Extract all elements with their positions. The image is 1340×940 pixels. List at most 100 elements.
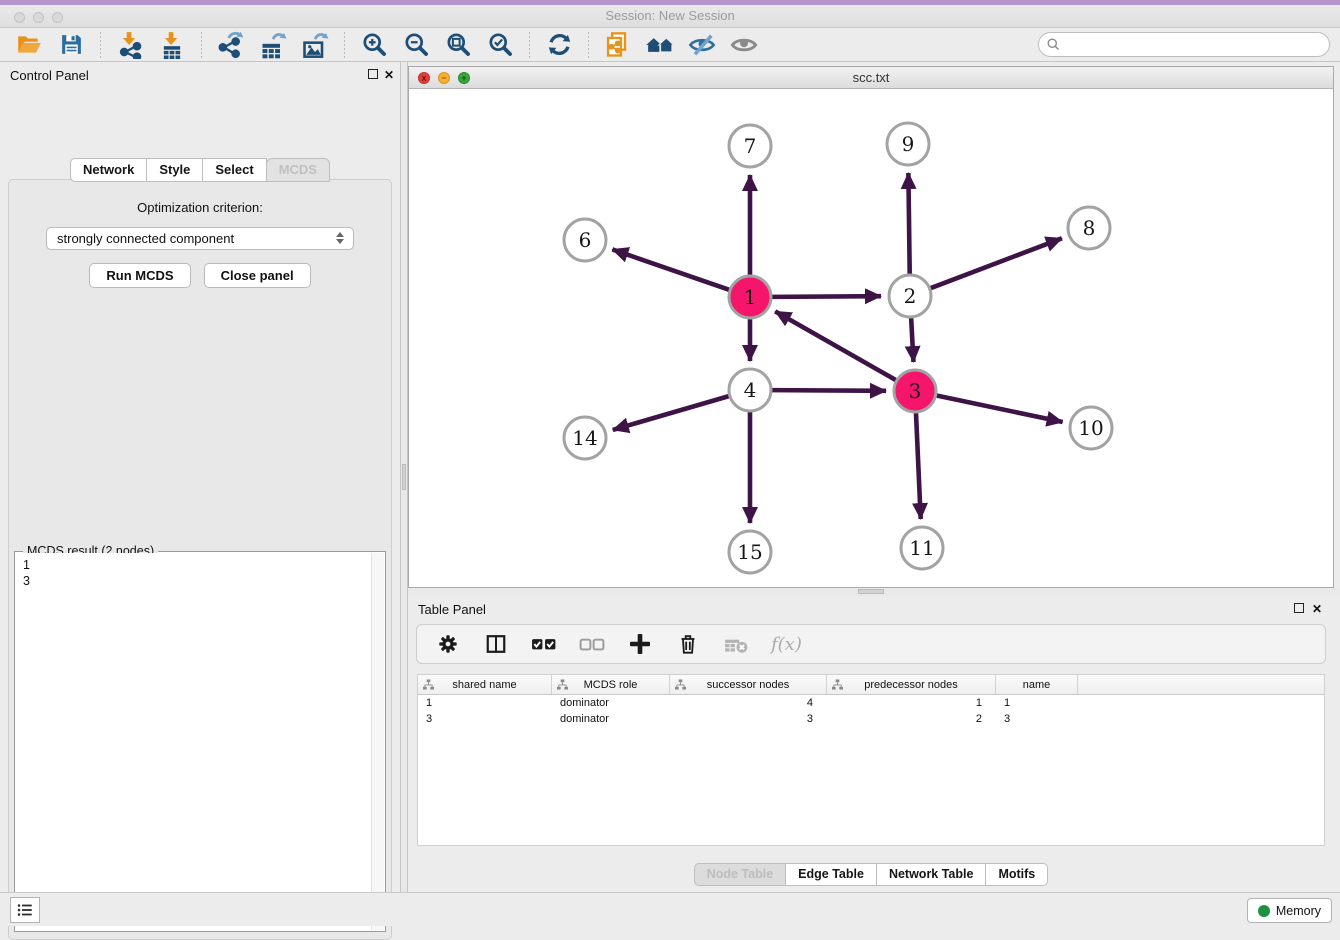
network-view-window: x − + scc.txt 7968124314101511 [408,66,1334,588]
graph-node-label: 3 [909,379,922,403]
list-icon [16,901,34,919]
refresh-icon[interactable] [544,30,574,60]
duplicate-network-icon[interactable] [603,30,633,60]
network-view-title: scc.txt [853,70,890,85]
minimize-view-button[interactable]: − [438,72,450,84]
table-cell[interactable]: 1 [827,697,996,709]
home-icon[interactable] [645,30,675,60]
close-panel-button[interactable]: Close panel [204,263,311,288]
zoom-fit-icon[interactable] [443,30,473,60]
graph-edge-2-3[interactable] [911,318,913,362]
result-item[interactable]: 1 [23,557,371,573]
gear-icon[interactable] [435,631,461,657]
task-history-button[interactable] [10,897,40,923]
import-network-icon[interactable] [115,30,145,60]
horizontal-splitter[interactable] [408,588,1340,596]
column-header-shared-name[interactable]: shared name [418,675,552,694]
criterion-value: strongly connected component [57,231,234,246]
optimization-criterion-label: Optimization criterion: [9,200,391,215]
columns-icon[interactable] [483,631,509,657]
deselect-all-icon[interactable] [579,631,605,657]
table-panel-title: Table Panel [418,602,486,617]
graph-edge-4-3[interactable] [772,390,886,391]
show-all-icon[interactable] [729,30,759,60]
float-panel-icon[interactable] [368,69,378,79]
dropdown-stepper-icon [336,232,344,244]
select-all-icon[interactable] [531,631,557,657]
result-item[interactable]: 3 [23,573,371,589]
add-icon[interactable] [627,631,653,657]
search-input[interactable] [1038,32,1330,57]
open-folder-icon[interactable] [14,30,44,60]
close-table-panel-icon[interactable]: ✕ [1312,603,1322,615]
import-table-icon[interactable] [157,30,187,60]
zoom-in-icon[interactable] [359,30,389,60]
vertical-splitter[interactable] [400,62,408,892]
column-header-label: successor nodes [707,679,790,691]
tab-mcds[interactable]: MCDS [266,158,330,182]
table-cell[interactable]: 4 [670,697,827,709]
graph-edge-3-11[interactable] [916,413,921,519]
mcds-result-list[interactable]: 13 [16,553,371,930]
delete-table-icon[interactable] [723,631,749,657]
tab-motifs[interactable]: Motifs [985,863,1048,886]
app-titlebar: Session: New Session [0,5,1340,28]
column-header-predecessor-nodes[interactable]: predecessor nodes [827,675,996,694]
table-cell[interactable]: dominator [552,697,670,709]
graph-edge-1-2[interactable] [772,296,881,297]
toolbar-separator [529,32,530,58]
column-header-name[interactable]: name [996,675,1078,694]
function-builder-icon[interactable]: f(x) [771,634,802,655]
float-table-panel-icon[interactable] [1294,603,1304,613]
tab-style[interactable]: Style [146,158,203,182]
table-cell[interactable]: 2 [827,713,996,725]
tab-node-table[interactable]: Node Table [694,863,786,886]
result-scrollbar[interactable] [371,553,384,930]
save-icon[interactable] [56,30,86,60]
table-cell[interactable]: dominator [552,713,670,725]
zoom-out-icon[interactable] [401,30,431,60]
export-table-icon[interactable] [258,30,288,60]
window-title: Session: New Session [0,8,1340,23]
graph-edge-3-10[interactable] [937,396,1063,423]
node-table[interactable]: shared nameMCDS role successor nodes prede… [417,674,1325,846]
close-view-button[interactable]: x [418,72,430,84]
network-canvas[interactable]: 7968124314101511 [409,89,1333,587]
table-row[interactable]: 1dominator411 [418,695,1324,711]
graph-edge-2-9[interactable] [908,173,909,274]
graph-edge-2-8[interactable] [931,238,1062,288]
hide-selected-icon[interactable] [687,30,717,60]
table-cell[interactable]: 3 [670,713,827,725]
export-network-icon[interactable] [216,30,246,60]
zoom-selected-icon[interactable] [485,30,515,60]
table-toolbar: f(x) [416,624,1326,664]
table-cell[interactable]: 3 [418,713,552,725]
tab-edge-table[interactable]: Edge Table [785,863,877,886]
delete-icon[interactable] [675,631,701,657]
graph-edge-4-14[interactable] [613,396,729,430]
column-header-MCDS-role[interactable]: MCDS role [552,675,670,694]
tab-select[interactable]: Select [202,158,266,182]
close-panel-icon[interactable]: ✕ [384,69,394,81]
network-window-titlebar[interactable]: x − + scc.txt [409,67,1333,89]
criterion-dropdown[interactable]: strongly connected component [46,227,354,250]
column-header-label: predecessor nodes [864,679,958,691]
splitter-handle[interactable] [858,589,884,594]
export-image-icon[interactable] [300,30,330,60]
memory-button[interactable]: Memory [1247,898,1332,923]
table-cell[interactable]: 1 [996,697,1078,709]
column-header-successor-nodes[interactable]: successor nodes [670,675,827,694]
graph-node-label: 2 [904,284,917,308]
table-cell[interactable]: 3 [996,713,1078,725]
graph-edge-1-6[interactable] [612,249,729,289]
run-mcds-button[interactable]: Run MCDS [89,263,190,288]
tab-network-table[interactable]: Network Table [876,863,987,886]
maximize-view-button[interactable]: + [458,72,470,84]
graph-node-label: 4 [744,378,757,402]
graph-node-label: 10 [1078,416,1103,440]
tab-network[interactable]: Network [70,158,147,182]
table-cell[interactable]: 1 [418,697,552,709]
table-row[interactable]: 3dominator323 [418,711,1324,727]
graph-edge-3-1[interactable] [775,311,896,380]
splitter-handle[interactable] [402,464,406,490]
